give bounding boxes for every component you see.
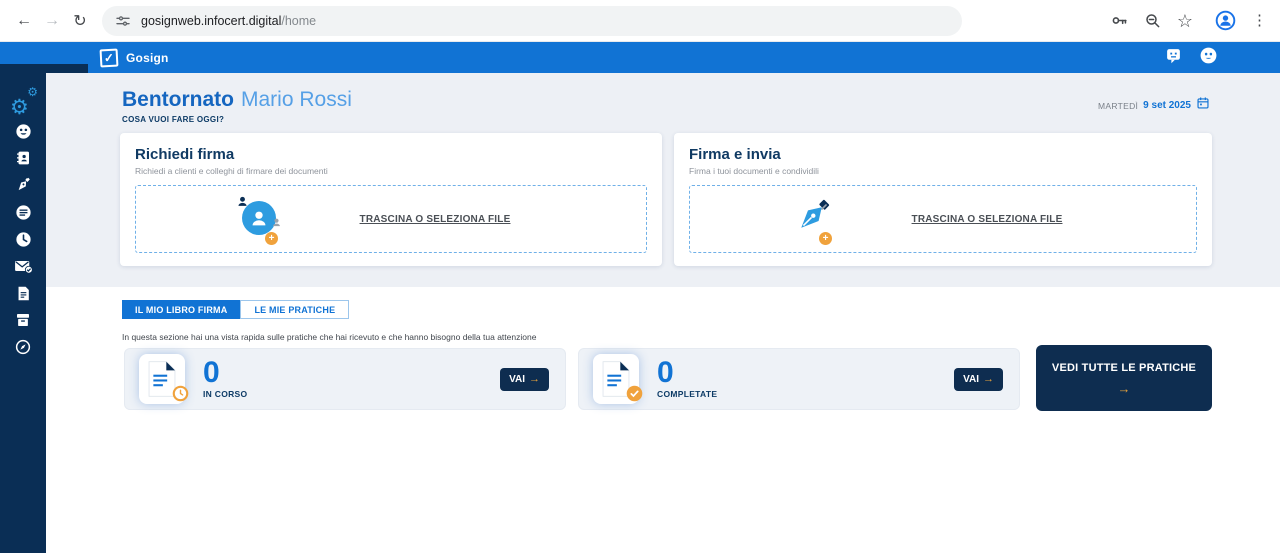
pratiche-section: IL MIO LIBRO FIRMA LE MIE PRATICHE In qu… [46,287,1280,553]
clock-history-icon [14,230,33,254]
vedi-tutte-le-pratiche-button[interactable]: VEDI TUTTE LE PRATICHE → [1036,345,1212,411]
compass-icon [14,338,32,361]
date-block: MARTEDÌ 9 set 2025 [1098,96,1210,115]
bookmark-star-icon[interactable]: ☆ [1177,12,1193,30]
dropzone-label[interactable]: TRASCINA O SELEZIONA FILE [284,214,586,225]
profile-avatar-icon[interactable] [1214,9,1237,32]
check-badge-icon [626,385,643,407]
sidebar-item-libro-firma[interactable] [0,201,46,228]
add-badge-icon: + [819,232,832,245]
section-description: In questa sezione hai una vista rapida s… [122,332,536,342]
app-header: ✓ Gosign [0,42,1280,73]
sidebar-item-contacts[interactable] [0,147,46,174]
sidebar-item-profile[interactable] [0,120,46,147]
password-key-icon[interactable] [1110,11,1129,30]
sidebar-item-history[interactable] [0,228,46,255]
date-value: 9 set 2025 [1143,100,1191,111]
sidebar-item-signature[interactable] [0,174,46,201]
url-text: gosignweb.infocert.digital/home [141,14,316,28]
request-signature-card: Richiedi firma Richiedi a clienti e coll… [120,133,662,266]
completate-label: COMPLETATE [657,389,717,399]
request-signature-dropzone[interactable]: + TRASCINA O SELEZIONA FILE [135,185,647,253]
vai-label: VAI [509,374,525,385]
back-button[interactable]: ← [10,7,38,35]
sidebar-item-mail[interactable] [0,255,46,282]
welcome-subtitle: COSA VUOI FARE OGGI? [122,115,352,124]
card-subtitle: Firma i tuoi documenti e condividili [689,166,1197,176]
in-corso-count: 0 [203,359,247,388]
add-user-icon: + [236,195,284,243]
document-clock-icon [139,354,185,404]
brand-name: Gosign [126,51,169,65]
document-icon [15,285,32,307]
forward-icon: → [44,12,60,30]
list-circle-icon [14,203,33,227]
browser-menu-icon[interactable]: ⋮ [1252,13,1267,28]
assistant-icon[interactable] [1199,46,1218,70]
user-name: Mario Rossi [241,88,352,111]
arrow-right-icon: → [983,374,994,385]
contacts-book-icon [14,149,32,172]
sidebar-nav: ⚙ ⚙ [0,73,46,553]
browser-toolbar: ← → ↻ gosignweb.infocert.digital/home ☆ [0,0,1280,42]
sidebar-item-archive[interactable] [0,309,46,336]
cta-label: VEDI TUTTE LE PRATICHE [1052,362,1196,374]
stat-card-in-corso: 0 IN CORSO VAI → [124,348,566,410]
arrow-right-icon: → [529,374,540,385]
vai-label: VAI [963,374,979,385]
seal-certificates-icon: ⚙ ⚙ [10,90,36,116]
toolbar-right: ☆ ⋮ [1110,9,1267,32]
calendar-icon[interactable] [1196,96,1210,115]
reload-button[interactable]: ↻ [66,7,94,35]
completate-count: 0 [657,359,717,388]
site-settings-icon[interactable] [115,13,131,29]
tab-le-mie-pratiche[interactable]: LE MIE PRATICHE [240,300,349,319]
clock-badge-icon [172,385,189,407]
vai-in-corso-button[interactable]: VAI → [500,368,549,391]
feedback-chat-icon[interactable] [1165,47,1182,69]
welcome-block: Bentornato Mario Rossi COSA VUOI FARE OGG… [122,88,352,124]
hero-section: Bentornato Mario Rossi COSA VUOI FARE OGG… [46,73,1280,287]
header-notch [0,64,88,73]
gosign-logo-icon: ✓ [100,48,119,67]
dropzone-label[interactable]: TRASCINA O SELEZIONA FILE [838,214,1136,225]
header-actions [1165,46,1218,70]
zoom-out-icon[interactable] [1144,12,1162,30]
in-corso-label: IN CORSO [203,389,247,399]
sidebar-item-certificates[interactable]: ⚙ ⚙ [0,86,46,120]
pen-icon: + [790,195,838,243]
sidebar-item-documents[interactable] [0,282,46,309]
add-badge-icon: + [265,232,278,245]
tabs: IL MIO LIBRO FIRMA LE MIE PRATICHE [122,300,349,319]
signature-pen-icon [14,176,32,199]
url-domain: gosignweb.infocert.digital [141,14,281,28]
address-bar[interactable]: gosignweb.infocert.digital/home [102,6,962,36]
stat-card-completate: 0 COMPLETATE VAI → [578,348,1020,410]
sign-and-send-dropzone[interactable]: + TRASCINA O SELEZIONA FILE [689,185,1197,253]
smiley-user-icon [14,122,33,146]
card-title: Richiedi firma [135,146,647,163]
logo-check-glyph: ✓ [104,51,115,64]
action-cards-row: Richiedi firma Richiedi a clienti e coll… [120,133,1212,266]
sidebar-item-explore[interactable] [0,336,46,363]
archive-box-icon [14,311,32,334]
forward-button[interactable]: → [38,7,66,35]
weekday-label: MARTEDÌ [1098,101,1138,111]
mail-check-icon [13,256,33,281]
vai-completate-button[interactable]: VAI → [954,368,1003,391]
stats-row: 0 IN CORSO VAI → [124,348,1212,411]
reload-icon: ↻ [73,11,86,31]
document-check-icon [593,354,639,404]
greeting-text: Bentornato [122,88,234,111]
card-subtitle: Richiedi a clienti e colleghi di firmare… [135,166,647,176]
card-title: Firma e invia [689,146,1197,163]
tab-il-mio-libro-firma[interactable]: IL MIO LIBRO FIRMA [122,300,240,319]
sign-and-send-card: Firma e invia Firma i tuoi documenti e c… [674,133,1212,266]
arrow-right-icon: → [1118,382,1131,395]
back-icon: ← [16,12,32,30]
url-path: /home [281,14,316,28]
